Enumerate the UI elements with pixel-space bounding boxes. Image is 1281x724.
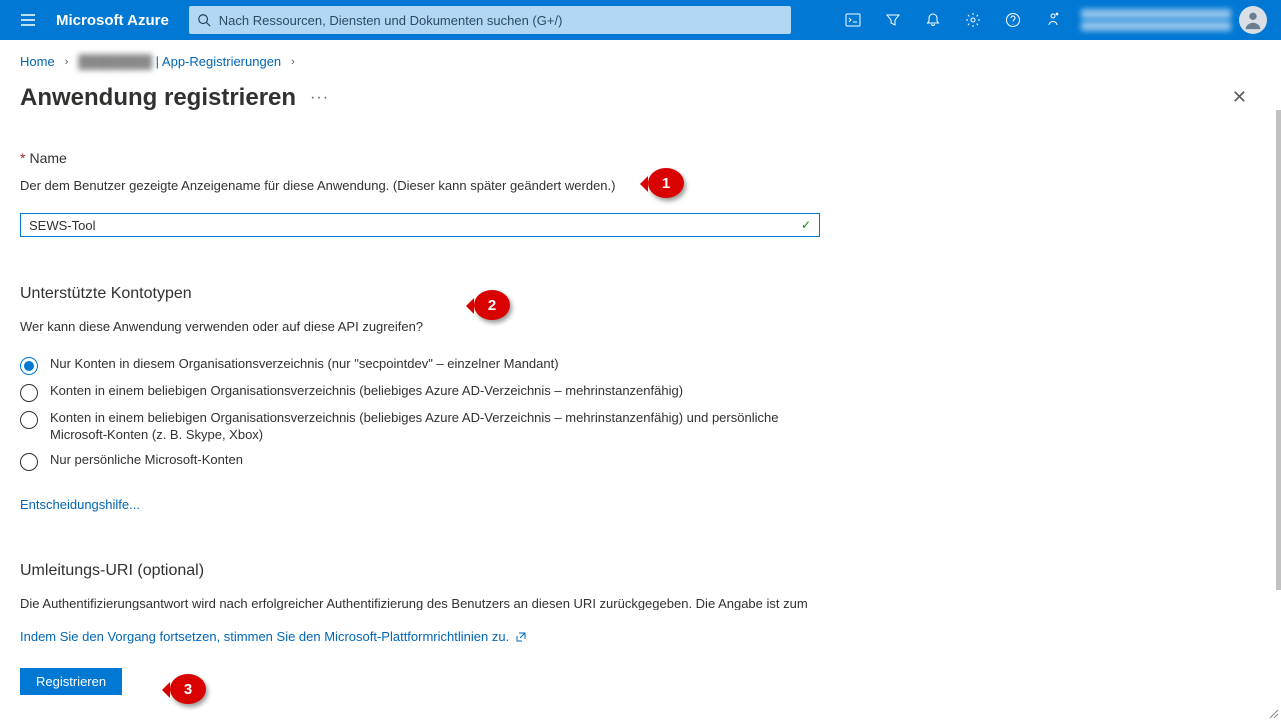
radio-row-personal-only[interactable]: Nur persönliche Microsoft-Konten [20, 448, 1261, 475]
search-box[interactable] [189, 6, 791, 34]
radio-button[interactable] [20, 357, 38, 375]
page-header: Anwendung registrieren ··· ✕ [0, 75, 1281, 114]
radio-row-multi-tenant[interactable]: Konten in einem beliebigen Organisations… [20, 379, 1261, 406]
account-area[interactable] [1073, 6, 1273, 34]
required-star: * [20, 150, 25, 166]
chevron-right-icon: › [291, 56, 295, 68]
redirect-uri-desc: Die Authentifizierungsantwort wird nach … [20, 596, 820, 610]
brand-label[interactable]: Microsoft Azure [48, 12, 189, 29]
scrollbar[interactable] [1275, 40, 1281, 720]
annotation-1: 1 [648, 168, 684, 198]
radio-button[interactable] [20, 453, 38, 471]
close-icon[interactable]: ✕ [1226, 81, 1253, 114]
breadcrumb-item-2[interactable]: ████████ | App-Registrierungen [78, 54, 281, 69]
radio-row-multi-and-personal[interactable]: Konten in einem beliebigen Organisations… [20, 406, 1261, 448]
consent-link[interactable]: Indem Sie den Vorgang fortsetzen, stimme… [20, 629, 527, 644]
search-icon [197, 13, 211, 27]
redirect-uri-heading: Umleitungs-URI (optional) [20, 562, 1261, 580]
scrollbar-thumb[interactable] [1276, 110, 1281, 590]
top-bar: Microsoft Azure [0, 0, 1281, 40]
help-icon[interactable] [993, 0, 1033, 40]
register-button[interactable]: Registrieren [20, 668, 122, 695]
search-container [189, 6, 791, 34]
account-types-heading: Unterstützte Kontotypen [20, 285, 1261, 303]
redirect-uri-section: Umleitungs-URI (optional) Die Authentifi… [20, 562, 1261, 610]
radio-button[interactable] [20, 384, 38, 402]
name-input[interactable] [29, 218, 813, 233]
radio-row-single-tenant[interactable]: Nur Konten in diesem Organisationsverzei… [20, 352, 1261, 379]
radio-label: Nur persönliche Microsoft-Konten [50, 452, 243, 469]
chevron-right-icon: › [65, 56, 69, 68]
notifications-icon[interactable] [913, 0, 953, 40]
settings-gear-icon[interactable] [953, 0, 993, 40]
directory-filter-icon[interactable] [873, 0, 913, 40]
annotation-3: 3 [170, 674, 206, 704]
feedback-icon[interactable] [1033, 0, 1073, 40]
radio-label: Konten in einem beliebigen Organisations… [50, 383, 683, 400]
account-types-radio-group: Nur Konten in diesem Organisationsverzei… [20, 352, 1261, 475]
account-types-section: Unterstützte Kontotypen Wer kann diese A… [20, 285, 1261, 514]
annotation-2: 2 [474, 290, 510, 320]
topbar-actions [833, 0, 1073, 40]
account-types-help-link[interactable]: Entscheidungshilfe... [20, 497, 140, 512]
check-icon: ✓ [801, 218, 811, 232]
name-section: *Name Der dem Benutzer gezeigte Anzeigen… [20, 150, 1261, 237]
search-input[interactable] [219, 13, 783, 28]
page-title: Anwendung registrieren [20, 84, 296, 112]
account-types-desc: Wer kann diese Anwendung verwenden oder … [20, 319, 1261, 334]
more-actions-icon[interactable]: ··· [310, 89, 329, 107]
name-input-wrap: ✓ [20, 213, 820, 237]
radio-label: Konten in einem beliebigen Organisations… [50, 410, 790, 444]
breadcrumb: Home › ████████ | App-Registrierungen › [0, 40, 1281, 75]
radio-button[interactable] [20, 411, 38, 429]
breadcrumb-home[interactable]: Home [20, 54, 55, 69]
resize-grip-icon [1267, 706, 1279, 718]
name-label: *Name [20, 150, 1261, 166]
account-text [1081, 7, 1231, 33]
radio-label: Nur Konten in diesem Organisationsverzei… [50, 356, 559, 373]
menu-hamburger-icon[interactable] [8, 0, 48, 40]
cloud-shell-icon[interactable] [833, 0, 873, 40]
avatar[interactable] [1239, 6, 1267, 34]
external-link-icon [515, 631, 527, 643]
bottom-bar: Indem Sie den Vorgang fortsetzen, stimme… [0, 620, 1281, 720]
